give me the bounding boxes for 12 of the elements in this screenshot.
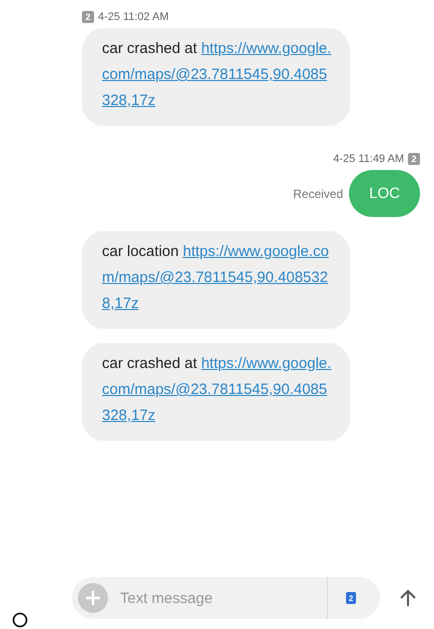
sim-badge: 2 <box>408 153 420 165</box>
message-text: car crashed at https://www.google.com/maps/@23.7811545,90.4085328,17z <box>102 39 332 111</box>
message-text: car location https://www.google.com/maps/@23.7811545,90.4085328,17z <box>102 242 330 314</box>
delivery-status: Received <box>293 186 344 200</box>
timestamp: 4-25 11:02 AM <box>98 11 169 23</box>
message-bubble: LOC <box>349 170 420 217</box>
send-icon[interactable] <box>398 588 418 608</box>
sim-button[interactable]: 2 <box>346 592 356 604</box>
sim-badge: 2 <box>82 11 94 23</box>
message-text: car crashed at https://www.google.com/maps/@23.7811545,90.4085328,17z <box>102 354 332 426</box>
message-field[interactable]: Text message 2 <box>72 577 380 619</box>
timestamp: 4-25 11:49 AM <box>333 153 404 165</box>
